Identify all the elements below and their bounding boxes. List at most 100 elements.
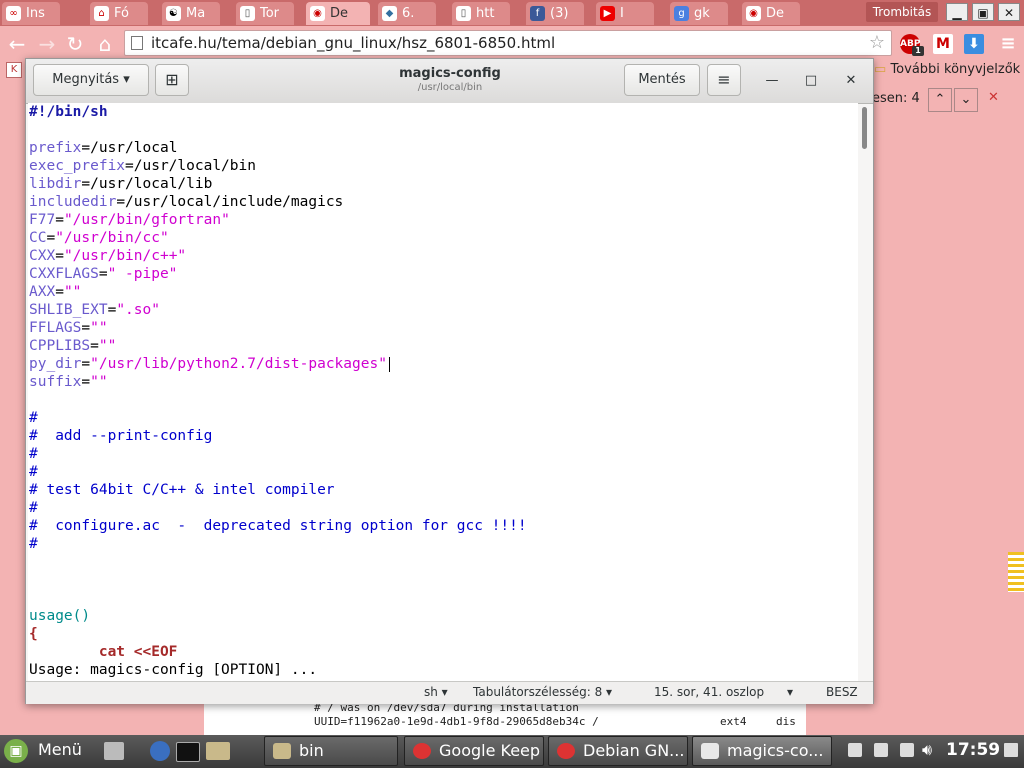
mint-menu-icon[interactable]: ▣ (4, 739, 28, 763)
find-bar: esen: 4 ⌃ ⌄ ✕ (870, 88, 1024, 112)
minimize-icon[interactable]: — (762, 71, 782, 91)
new-document-icon: ⊞ (165, 70, 179, 89)
youtube-icon: ▶ (600, 6, 615, 21)
code-line: # (29, 409, 38, 427)
tab-de[interactable]: ◉ De (742, 2, 800, 25)
new-tab-button[interactable]: ⊞ (155, 64, 189, 96)
open-button[interactable]: Megnyitás ▾ (33, 64, 149, 96)
scrollbar-thumb[interactable] (862, 107, 867, 149)
task-google-keep[interactable]: Google Keep (404, 736, 544, 766)
code-token: "/usr/bin/cc" (55, 230, 169, 246)
back-arrow-icon[interactable]: ← (6, 33, 28, 55)
menu-icon: ≡ (717, 70, 731, 89)
tab-width-selector[interactable]: Tabulátorszélesség: 8 ▾ (473, 685, 612, 699)
code-token: # configure.ac - deprecated string optio… (29, 518, 527, 534)
files-icon[interactable] (104, 742, 124, 760)
restore-icon[interactable]: ▣ (972, 3, 994, 21)
scroll-marker[interactable] (1008, 552, 1024, 592)
tab-ma[interactable]: ☯ Ma (162, 2, 220, 25)
show-desktop-icon[interactable] (1004, 743, 1018, 757)
text-cursor (389, 357, 390, 372)
code-token: = (81, 320, 91, 336)
code-token: = (46, 230, 56, 246)
code-token: = (90, 338, 99, 354)
code-line: prefix=/usr/local (29, 139, 177, 157)
bookmark-k-icon[interactable]: K (6, 62, 22, 78)
download-icon[interactable]: ⬇ (964, 34, 984, 54)
language-selector[interactable]: sh ▾ (424, 685, 448, 699)
menu-icon[interactable]: ≡ (998, 34, 1018, 54)
document-path: /usr/local/bin (417, 82, 483, 93)
vertical-scrollbar[interactable] (862, 105, 868, 679)
hamburger-menu-button[interactable]: ≡ (707, 64, 741, 96)
tray-display-icon[interactable] (900, 743, 914, 757)
reload-icon[interactable]: ↻ (64, 33, 86, 55)
profile-badge[interactable]: Trombitás (866, 2, 938, 22)
cursor-position[interactable]: 15. sor, 41. oszlop (654, 685, 764, 699)
debian-icon: ◉ (310, 6, 325, 21)
tab-fo[interactable]: ⌂ Fó (90, 2, 148, 25)
tray-network-icon[interactable] (874, 743, 888, 757)
code-line: # (29, 535, 38, 553)
code-token: usage() (29, 608, 91, 624)
code-token: =/usr/local (81, 140, 178, 156)
code-line: # test 64bit C/C++ & intel compiler (29, 481, 335, 499)
gmail-icon[interactable]: M (933, 34, 953, 54)
terminal-icon[interactable] (176, 742, 200, 762)
find-down-icon[interactable]: ⌄ (954, 88, 978, 112)
code-line: # (29, 445, 38, 463)
task-bin[interactable]: bin (264, 736, 398, 766)
tab-tor[interactable]: ▯ Tor (236, 2, 294, 25)
position-dropdown-icon[interactable]: ▾ (787, 685, 793, 699)
task-debian[interactable]: Debian GN... (548, 736, 688, 766)
terminal-line: UUID=f11962a0-1e9d-4db1-9f8d-29065d8eb34… (314, 715, 599, 728)
address-bar[interactable]: itcafe.hu/tema/debian_gnu_linux/hsz_6801… (124, 30, 892, 56)
code-token: # (29, 446, 38, 462)
task-magics-config[interactable]: magics-co... (692, 736, 832, 766)
terminal-fs: ext4 (720, 715, 747, 728)
forward-arrow-icon[interactable]: → (36, 33, 58, 55)
taskbar: ▣ Menü bin Google Keep Debian GN... magi… (0, 735, 1024, 768)
find-count: esen: 4 (872, 91, 920, 106)
code-token: cat <<EOF (98, 644, 178, 660)
code-token: CC (29, 230, 47, 246)
code-line: CXX="/usr/bin/c++" (29, 247, 186, 265)
code-view[interactable]: #!/bin/sh prefix=/usr/local exec_prefix=/u… (28, 103, 858, 681)
header-bar: Megnyitás ▾ ⊞ magics-config /usr/local/b… (26, 59, 873, 104)
home-icon[interactable]: ⌂ (94, 33, 116, 55)
find-up-icon[interactable]: ⌃ (928, 88, 952, 112)
code-token: "" (90, 320, 108, 336)
folder-icon: ▭ (874, 62, 887, 77)
other-bookmarks[interactable]: ▭ További könyvjelzők (874, 62, 1020, 77)
code-token: "" (63, 284, 82, 300)
tab-facebook[interactable]: f (3) (526, 2, 584, 25)
code-token: includedir (29, 194, 117, 210)
folder-icon[interactable] (206, 742, 230, 760)
tab-bar: ∞ Ins ⌂ Fó ☯ Ma ▯ Tor ◉ De ◆ 6. ▯ htt f (3) ▶ I g… (0, 0, 1024, 26)
find-close-icon[interactable]: ✕ (988, 90, 999, 105)
minimize-icon[interactable]: ▁ (946, 3, 968, 21)
chromium-icon[interactable] (150, 741, 170, 761)
tab-ins[interactable]: ∞ Ins (2, 2, 60, 25)
code-line: cat <<EOF (29, 643, 178, 661)
star-icon[interactable]: ☆ (869, 31, 885, 55)
close-icon[interactable]: ✕ (998, 3, 1020, 21)
tab-google[interactable]: g gk (670, 2, 728, 25)
terminal-window: # / was on /dev/sda7 during installation… (204, 701, 806, 735)
tab-youtube[interactable]: ▶ I (596, 2, 654, 25)
tab-de-active[interactable]: ◉ De (306, 2, 370, 25)
tab-python[interactable]: ◆ 6. (378, 2, 436, 25)
tray-arrow-icon[interactable] (848, 743, 862, 757)
code-line: py_dir="/usr/lib/python2.7/dist-packages… (29, 355, 387, 373)
volume-icon[interactable]: 🔊︎ (922, 740, 932, 760)
clock[interactable]: 17:59 (946, 740, 1000, 760)
menu-label[interactable]: Menü (38, 740, 82, 759)
code-token: # test 64bit C/C++ & intel compiler (29, 482, 335, 498)
save-button[interactable]: Mentés (624, 64, 700, 96)
code-token: Usage: magics-config [OPTION] ... (29, 662, 318, 678)
maximize-icon[interactable]: □ (801, 71, 821, 91)
close-icon[interactable]: ✕ (841, 71, 861, 91)
tab-htt[interactable]: ▯ htt (452, 2, 510, 25)
code-token: suffix (29, 374, 82, 390)
